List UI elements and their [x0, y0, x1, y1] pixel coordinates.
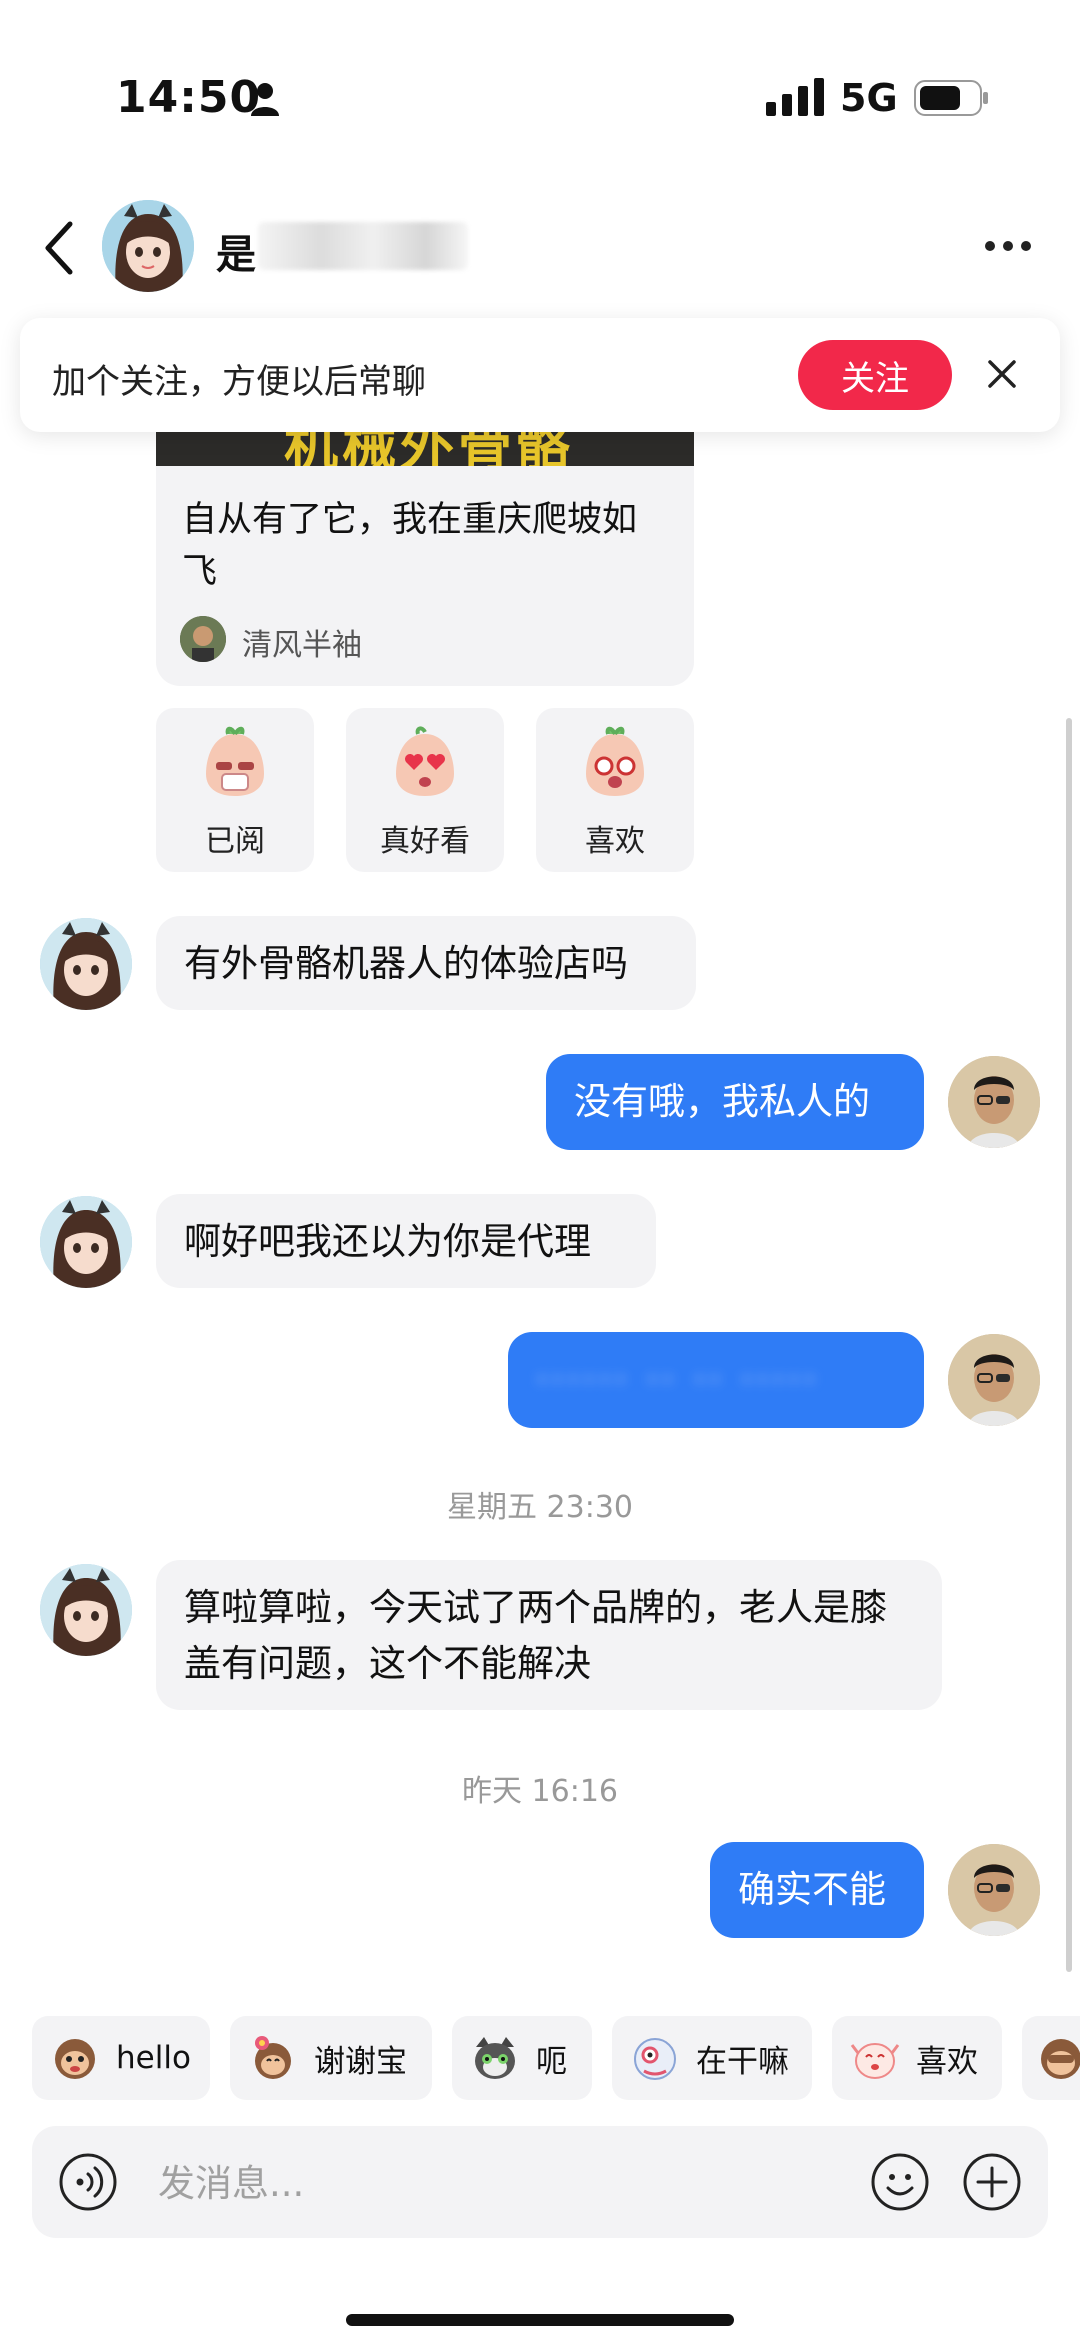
peek-sticker-icon [634, 2038, 676, 2080]
reaction-read[interactable]: 已阅 [156, 708, 314, 872]
quick-reply-er[interactable]: 呃 [452, 2016, 592, 2100]
message-input[interactable] [156, 2140, 840, 2226]
heart-eyes-sticker-icon [396, 726, 454, 796]
close-icon[interactable] [984, 356, 1020, 392]
home-indicator[interactable] [346, 2314, 734, 2326]
message-bubble-outgoing[interactable]: 确实不能 [710, 1842, 924, 1938]
timestamp: 星期五 23:30 [447, 1490, 633, 1525]
follow-banner-text: 加个关注，方便以后常聊 [52, 362, 426, 402]
read-sticker-icon [206, 726, 264, 796]
contact-avatar[interactable] [102, 200, 194, 292]
monkey-sticker-icon [1041, 2039, 1080, 2079]
message-bubble-outgoing[interactable]: 没有哦，我私人的 [546, 1054, 924, 1150]
my-avatar[interactable] [948, 1334, 1040, 1426]
signal-icon [766, 78, 824, 116]
quick-reply-hello[interactable]: hello [32, 2016, 210, 2100]
message-bubble-incoming[interactable]: 啊好吧我还以为你是代理 [156, 1194, 656, 1288]
scrollbar[interactable] [1066, 718, 1072, 1972]
emoji-icon[interactable] [870, 2152, 930, 2212]
voice-icon[interactable] [58, 2152, 118, 2212]
contact-avatar-small[interactable] [40, 1564, 132, 1656]
message-bubble-incoming[interactable]: 算啦算啦，今天试了两个品牌的，老人是膝盖有问题，这个不能解决 [156, 1560, 942, 1710]
timestamp: 昨天 16:16 [462, 1774, 618, 1809]
quick-reply-more[interactable] [1022, 2016, 1080, 2100]
contact-avatar-small[interactable] [40, 918, 132, 1010]
quick-reply-like[interactable]: 喜欢 [832, 2016, 1002, 2100]
back-icon[interactable] [40, 218, 80, 278]
shared-post-author: 清风半袖 [242, 628, 362, 663]
status-time: 14:50 [116, 72, 262, 123]
plus-icon[interactable] [962, 2152, 1022, 2212]
author-avatar [180, 616, 226, 662]
more-icon[interactable] [984, 240, 1032, 252]
contact-avatar-small[interactable] [40, 1196, 132, 1288]
monkey-sticker-icon [55, 2039, 95, 2079]
message-bubble-incoming[interactable]: 有外骨骼机器人的体验店吗 [156, 916, 696, 1010]
shared-post-title: 自从有了它，我在重庆爬坡如飞 [182, 500, 638, 592]
contact-name-obscured [258, 222, 468, 270]
message-bubble-outgoing-obscured[interactable]: ······ ·· ·· ····· [508, 1332, 924, 1428]
person-icon [251, 83, 279, 116]
network-type: 5G [840, 76, 898, 120]
follow-button[interactable]: 关注 [798, 340, 952, 410]
cat-sticker-icon [475, 2037, 515, 2079]
monkey-flower-sticker-icon [255, 2036, 291, 2079]
contact-name: 是 [216, 232, 258, 278]
my-avatar[interactable] [948, 1844, 1040, 1936]
my-avatar[interactable] [948, 1056, 1040, 1148]
quick-reply-thanks[interactable]: 谢谢宝 [230, 2016, 432, 2100]
cheer-sticker-icon [850, 2043, 900, 2079]
quick-reply-what-doing[interactable]: 在干嘛 [612, 2016, 812, 2100]
reaction-like[interactable]: 喜欢 [536, 708, 694, 872]
shared-post-image[interactable]: 机械外骨骼 [156, 432, 694, 466]
love-sticker-icon [586, 726, 644, 796]
battery-icon [914, 80, 988, 116]
reaction-good-looking[interactable]: 真好看 [346, 708, 504, 872]
